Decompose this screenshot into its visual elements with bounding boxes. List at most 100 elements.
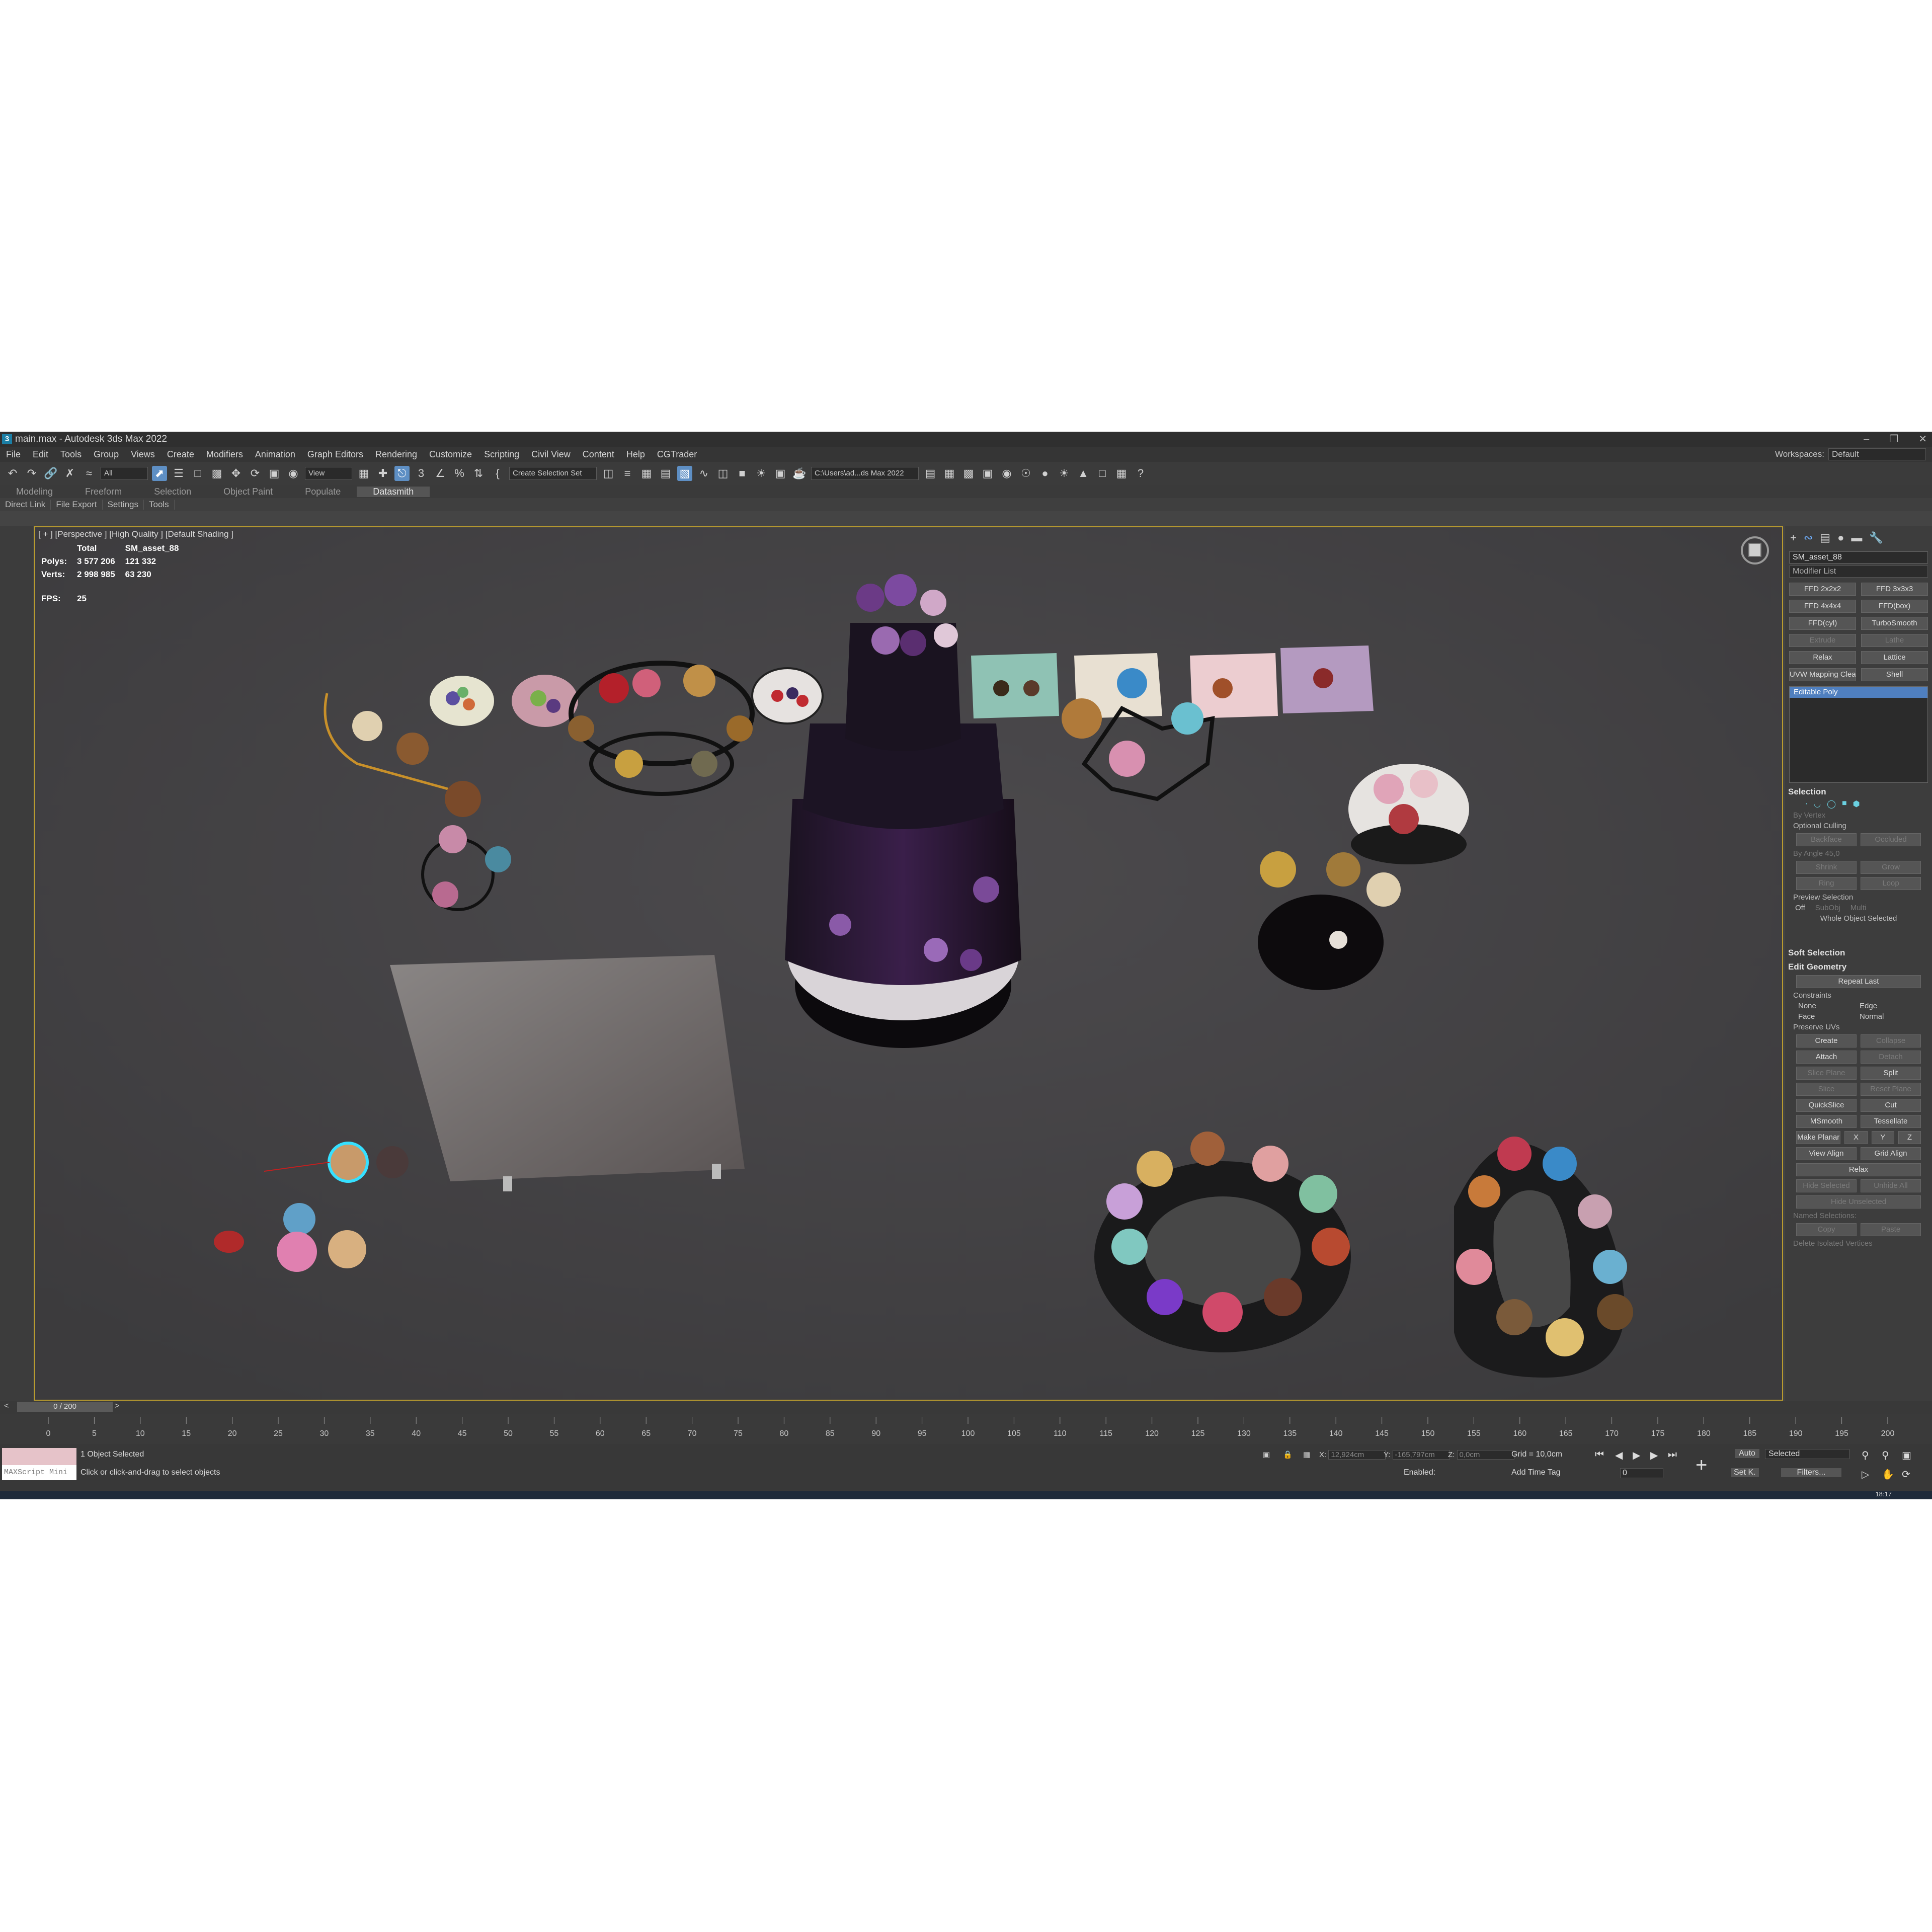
menu-customize[interactable]: Customize (423, 449, 478, 460)
mirror-axis-icon[interactable]: ✚ (375, 466, 390, 481)
constraint-face-radio[interactable]: Face (1798, 1012, 1858, 1021)
backface-button[interactable]: Backface (1796, 833, 1857, 846)
element-mode-icon[interactable]: ⬢ (1853, 799, 1860, 809)
cut-button[interactable]: Cut (1861, 1099, 1921, 1112)
curve-editor-icon[interactable]: ∿ (696, 466, 711, 481)
time-slider-thumb[interactable]: 0 / 200 (17, 1402, 113, 1412)
orbit-icon[interactable]: ⟳ (1902, 1468, 1910, 1481)
slice-plane-button[interactable]: Slice Plane (1796, 1067, 1857, 1080)
goto-end-icon[interactable]: ⏭ (1668, 1449, 1677, 1461)
help-icon[interactable]: ? (1133, 466, 1148, 481)
absolute-mode-icon[interactable]: ▦ (1303, 1450, 1310, 1459)
tree-icon[interactable]: ▲ (1076, 466, 1091, 481)
collapse-button[interactable]: Collapse (1861, 1034, 1921, 1048)
set-key-button[interactable]: Set K. (1731, 1468, 1759, 1477)
move-icon[interactable]: ✥ (228, 466, 244, 481)
tessellate-button[interactable]: Tessellate (1861, 1115, 1921, 1128)
time-slider[interactable]: < 0 / 200 > (0, 1401, 1932, 1414)
tool-a-icon[interactable]: ▤ (923, 466, 938, 481)
msmooth-button[interactable]: MSmooth (1796, 1115, 1857, 1128)
quickslice-button[interactable]: QuickSlice (1796, 1099, 1857, 1112)
next-key-icon[interactable]: ▶ (1650, 1449, 1658, 1462)
layer-explorer-icon[interactable]: ▤ (658, 466, 673, 481)
current-frame-field[interactable]: 0 (1620, 1468, 1663, 1478)
next-frame-icon[interactable]: > (115, 1402, 119, 1411)
unhide-all-button[interactable]: Unhide All (1861, 1179, 1921, 1192)
track-bar[interactable]: 0 5 10 15 20 25 30 35 40 45 50 55 60 65 70 75 80 85 90 95 10… (0, 1414, 1932, 1444)
perspective-viewport[interactable]: [ + ] [Perspective ] [High Quality ] [De… (34, 526, 1783, 1401)
menu-help[interactable]: Help (620, 449, 651, 460)
repeat-last-button[interactable]: Repeat Last (1796, 975, 1921, 988)
stack-item-editable-poly[interactable]: Editable Poly (1790, 687, 1927, 698)
tool-c-icon[interactable]: ▩ (961, 466, 976, 481)
make-planar-button[interactable]: Make Planar (1796, 1131, 1841, 1144)
menu-cgtrader[interactable]: CGTrader (651, 449, 703, 460)
goto-start-icon[interactable]: ⏮ (1595, 1449, 1604, 1461)
copy-button[interactable]: Copy (1796, 1223, 1857, 1236)
relax-button[interactable]: Relax (1796, 1163, 1921, 1176)
snap-icon[interactable]: 3 (414, 466, 429, 481)
maxscript-output[interactable] (2, 1448, 76, 1465)
berry-plate[interactable] (751, 667, 824, 725)
macaron-plate[interactable] (430, 676, 494, 726)
hide-unselected-button[interactable]: Hide Unselected (1796, 1195, 1921, 1209)
relax-modifier-button[interactable]: Relax (1789, 651, 1856, 664)
direct-link-button[interactable]: Direct Link (0, 500, 51, 510)
constraint-normal-radio[interactable]: Normal (1860, 1012, 1919, 1021)
object-name-field[interactable]: SM_asset_88 (1789, 551, 1928, 564)
selection-rollout-title[interactable]: Selection (1788, 787, 1929, 797)
extrude-button[interactable]: Extrude (1789, 634, 1856, 647)
undo-icon[interactable]: ↶ (5, 466, 20, 481)
tool-b-icon[interactable]: ▦ (942, 466, 957, 481)
hide-selected-button[interactable]: Hide Selected (1796, 1179, 1857, 1192)
light-icon[interactable]: ☉ (1018, 466, 1033, 481)
unlink-icon[interactable]: ✗ (62, 466, 77, 481)
shell-button[interactable]: Shell (1861, 668, 1928, 681)
fov-icon[interactable]: ▷ (1862, 1468, 1869, 1481)
ffd-4x4x4-button[interactable]: FFD 4x4x4 (1789, 600, 1856, 613)
paste-button[interactable]: Paste (1861, 1223, 1921, 1236)
delete-isolated-checkbox[interactable]: Delete Isolated Vertices (1793, 1239, 1924, 1248)
slice-button[interactable]: Slice (1796, 1083, 1857, 1096)
filters-button[interactable]: Filters... (1781, 1468, 1841, 1477)
turbosmooth-button[interactable]: TurboSmooth (1861, 617, 1928, 630)
camera-icon[interactable]: ◉ (999, 466, 1014, 481)
split-checkbox[interactable]: Split (1861, 1067, 1921, 1080)
by-vertex-checkbox[interactable]: By Vertex (1793, 811, 1924, 820)
edge-mode-icon[interactable]: ◡ (1814, 799, 1821, 809)
ffd-3x3x3-button[interactable]: FFD 3x3x3 (1861, 583, 1928, 596)
link-icon[interactable]: 🔗 (43, 466, 58, 481)
vertex-mode-icon[interactable]: ⋅ (1805, 799, 1808, 809)
close-icon[interactable]: ✕ (1918, 432, 1927, 447)
render-icon[interactable]: ☕ (792, 466, 807, 481)
scene-explorer-icon[interactable]: ▦ (639, 466, 654, 481)
rendered-frame-icon[interactable]: ▣ (773, 466, 788, 481)
x-coord[interactable]: X: 12,924cm (1319, 1450, 1386, 1460)
percent-snap-icon[interactable]: % (452, 466, 467, 481)
maxscript-input[interactable]: MAXScript Mini (2, 1465, 76, 1480)
pan-icon[interactable]: ✋ (1882, 1468, 1894, 1481)
menu-content[interactable]: Content (577, 449, 620, 460)
create-tab-icon[interactable]: + (1790, 531, 1797, 544)
angle-snap-icon[interactable]: ∠ (433, 466, 448, 481)
preview-multi-radio[interactable]: Multi (1850, 904, 1867, 912)
grow-button[interactable]: Grow (1861, 861, 1921, 874)
round-cake-stand[interactable] (1348, 764, 1469, 864)
grid-align-button[interactable]: Grid Align (1861, 1147, 1921, 1160)
tool-d-icon[interactable]: ▣ (980, 466, 995, 481)
z-value[interactable]: 0,0cm (1457, 1450, 1514, 1460)
ffd-2x2x2-button[interactable]: FFD 2x2x2 (1789, 583, 1856, 596)
ring-button[interactable]: Ring (1796, 877, 1857, 890)
tab-modeling[interactable]: Modeling (0, 487, 69, 497)
menu-graph-editors[interactable]: Graph Editors (301, 449, 369, 460)
keyboard-shortcut-icon[interactable]: ⎋ (394, 466, 410, 481)
scale-icon[interactable]: ▣ (267, 466, 282, 481)
edit-geometry-rollout[interactable]: Edit Geometry (1788, 962, 1929, 972)
shrink-button[interactable]: Shrink (1796, 861, 1857, 874)
viewcube-icon[interactable] (1740, 535, 1770, 566)
select-object-icon[interactable]: ⬈ (152, 466, 167, 481)
restore-icon[interactable]: ❐ (1889, 432, 1898, 447)
render-setup-icon[interactable]: ☀ (754, 466, 769, 481)
minimize-icon[interactable]: – (1864, 432, 1869, 447)
ffd-cyl-button[interactable]: FFD(cyl) (1789, 617, 1856, 630)
